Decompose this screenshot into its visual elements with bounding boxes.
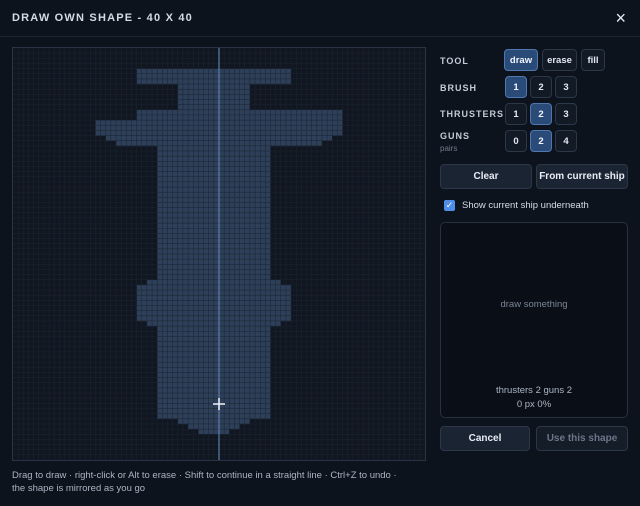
use-this-shape-button[interactable]: Use this shape [536, 426, 628, 451]
show-underneath-label[interactable]: Show current ship underneath [462, 200, 589, 211]
instructions-hint: Drag to draw · right-click or Alt to era… [12, 470, 397, 494]
header-divider [0, 36, 640, 37]
brush-1-button[interactable]: 1 [505, 76, 527, 98]
clear-button[interactable]: Clear [440, 164, 532, 189]
tool-erase-button[interactable]: erase [542, 49, 577, 71]
close-button[interactable]: × [615, 9, 626, 27]
guns-0-button[interactable]: 0 [505, 130, 527, 152]
drawing-grid[interactable] [13, 48, 425, 460]
thrusters-label: THRUSTERS [440, 109, 505, 119]
drawing-canvas[interactable] [12, 47, 426, 461]
preview-message: draw something [500, 299, 568, 310]
brush-label: BRUSH [440, 83, 478, 93]
header-title: DRAW OWN SHAPE - 40 X 40 [12, 12, 193, 24]
thrusters-1-button[interactable]: 1 [505, 103, 527, 125]
checkmark-icon: ✓ [445, 200, 454, 210]
preview-stats-counts: thrusters 2 guns 2 [495, 385, 573, 396]
thrusters-3-button[interactable]: 3 [555, 103, 577, 125]
guns-2-button[interactable]: 2 [530, 130, 552, 152]
tool-fill-button[interactable]: fill [581, 49, 605, 71]
show-underneath-row[interactable]: ✓ Show current ship underneath [444, 200, 589, 211]
show-underneath-checkbox[interactable]: ✓ [444, 200, 455, 211]
thrusters-2-button[interactable]: 2 [530, 103, 552, 125]
brush-2-button[interactable]: 2 [530, 76, 552, 98]
cancel-button[interactable]: Cancel [440, 426, 530, 451]
tool-draw-button[interactable]: draw [504, 49, 538, 71]
from-current-ship-button[interactable]: From current ship [536, 164, 628, 189]
tool-label: TOOL [440, 56, 469, 66]
shape-preview: draw something thrusters 2 guns 2 0 px 0… [440, 222, 628, 418]
brush-3-button[interactable]: 3 [555, 76, 577, 98]
guns-sublabel: pairs [440, 144, 458, 153]
guns-label: GUNS [440, 131, 471, 141]
preview-stats-pixels: 0 px 0% [516, 399, 552, 410]
guns-4-button[interactable]: 4 [555, 130, 577, 152]
